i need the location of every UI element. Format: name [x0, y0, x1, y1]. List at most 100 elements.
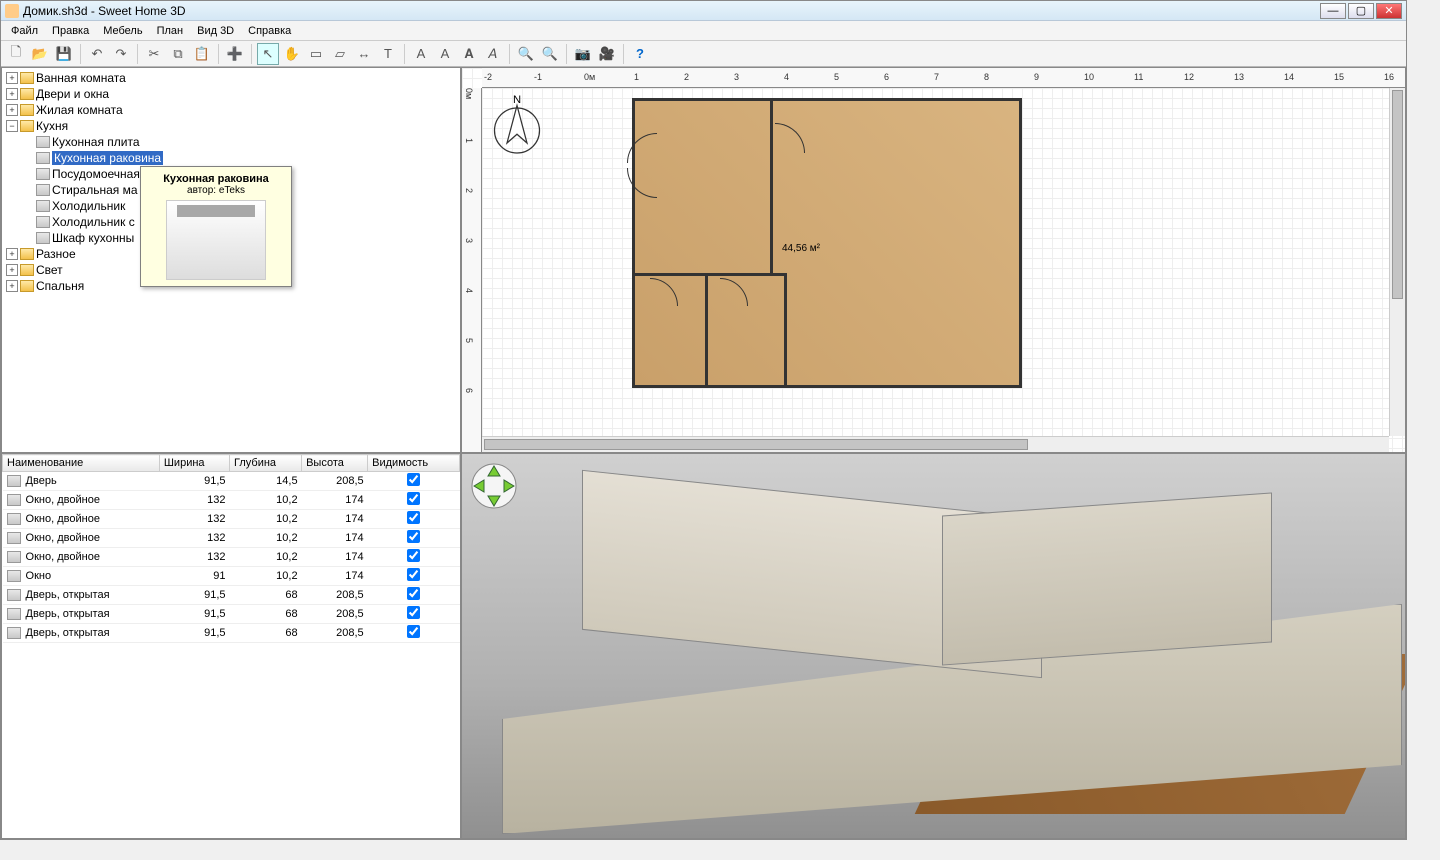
cell-depth: 10,2: [230, 567, 302, 586]
ruler-vertical: 0м123456: [462, 88, 482, 452]
visibility-checkbox[interactable]: [407, 492, 420, 505]
tree-folder[interactable]: +Жилая комната: [4, 102, 458, 118]
expand-icon[interactable]: +: [6, 248, 18, 260]
visibility-checkbox[interactable]: [407, 625, 420, 638]
tool-a1[interactable]: A: [410, 43, 432, 65]
visibility-checkbox[interactable]: [407, 606, 420, 619]
cut-button[interactable]: ✂: [143, 43, 165, 65]
folder-icon: [20, 104, 34, 116]
table-row[interactable]: Окно, двойное 132 10,2 174: [3, 529, 460, 548]
column-header[interactable]: Видимость: [368, 455, 460, 472]
cell-visibility[interactable]: [368, 529, 460, 548]
menu-furniture[interactable]: Мебель: [97, 23, 148, 39]
undo-button[interactable]: ↶: [86, 43, 108, 65]
add-furniture-button[interactable]: ➕: [224, 43, 246, 65]
column-header[interactable]: Высота: [302, 455, 368, 472]
cell-height: 208,5: [302, 586, 368, 605]
tool-a4[interactable]: 𝘈: [482, 43, 504, 65]
tool-a2[interactable]: A: [434, 43, 456, 65]
menu-3dview[interactable]: Вид 3D: [191, 23, 240, 39]
wall-tool[interactable]: ▭: [305, 43, 327, 65]
ruler-mark: 10: [1084, 72, 1094, 82]
new-button[interactable]: 🗋: [5, 43, 27, 65]
catalog-tree-pane[interactable]: +Ванная комната+Двери и окна+Жилая комна…: [1, 67, 461, 453]
item-label: Холодильник: [52, 199, 125, 213]
cell-visibility[interactable]: [368, 586, 460, 605]
furniture-icon: [7, 608, 21, 620]
column-header[interactable]: Ширина: [159, 455, 229, 472]
visibility-checkbox[interactable]: [407, 511, 420, 524]
table-row[interactable]: Дверь 91,5 14,5 208,5: [3, 472, 460, 491]
pan-tool[interactable]: ✋: [281, 43, 303, 65]
plan-canvas[interactable]: N 44,56 м²: [462, 68, 1405, 452]
cell-height: 174: [302, 491, 368, 510]
help-button[interactable]: ?: [629, 43, 651, 65]
column-header[interactable]: Наименование: [3, 455, 160, 472]
expand-icon[interactable]: +: [6, 264, 18, 276]
cell-visibility[interactable]: [368, 548, 460, 567]
cell-depth: 10,2: [230, 510, 302, 529]
table-row[interactable]: Окно, двойное 132 10,2 174: [3, 548, 460, 567]
visibility-checkbox[interactable]: [407, 530, 420, 543]
redo-button[interactable]: ↷: [110, 43, 132, 65]
select-tool[interactable]: ↖: [257, 43, 279, 65]
text-tool[interactable]: T: [377, 43, 399, 65]
column-header[interactable]: Глубина: [230, 455, 302, 472]
plan-pane[interactable]: N 44,56 м² -2-10: [461, 67, 1406, 453]
plan-scrollbar-vertical[interactable]: [1389, 88, 1405, 436]
expand-icon[interactable]: +: [6, 104, 18, 116]
open-button[interactable]: 📂: [29, 43, 51, 65]
cell-visibility[interactable]: [368, 491, 460, 510]
view3d-pane[interactable]: [461, 453, 1406, 839]
table-row[interactable]: Окно 91 10,2 174: [3, 567, 460, 586]
table-row[interactable]: Окно, двойное 132 10,2 174: [3, 491, 460, 510]
maximize-button[interactable]: ▢: [1348, 3, 1374, 19]
tree-folder[interactable]: +Двери и окна: [4, 86, 458, 102]
floor-plan-room[interactable]: [632, 98, 1022, 388]
menu-help[interactable]: Справка: [242, 23, 297, 39]
visibility-checkbox[interactable]: [407, 568, 420, 581]
table-row[interactable]: Дверь, открытая 91,5 68 208,5: [3, 605, 460, 624]
furniture-table[interactable]: НаименованиеШиринаГлубинаВысотаВидимость…: [2, 454, 460, 643]
expand-icon[interactable]: +: [6, 280, 18, 292]
save-button[interactable]: 💾: [53, 43, 75, 65]
tool-a3[interactable]: 𝐀: [458, 43, 480, 65]
tree-item[interactable]: Кухонная раковина: [4, 150, 458, 166]
cell-visibility[interactable]: [368, 624, 460, 643]
expand-icon[interactable]: +: [6, 72, 18, 84]
tree-item[interactable]: Кухонная плита: [4, 134, 458, 150]
table-row[interactable]: Дверь, открытая 91,5 68 208,5: [3, 586, 460, 605]
ruler-mark: 9: [1034, 72, 1039, 82]
cell-name: Окно, двойное: [3, 548, 160, 567]
cell-visibility[interactable]: [368, 472, 460, 491]
table-row[interactable]: Окно, двойное 132 10,2 174: [3, 510, 460, 529]
dimension-tool[interactable]: ↔: [353, 43, 375, 65]
expand-icon[interactable]: +: [6, 88, 18, 100]
cell-visibility[interactable]: [368, 605, 460, 624]
tree-folder[interactable]: +Ванная комната: [4, 70, 458, 86]
photo-button[interactable]: 📷: [572, 43, 594, 65]
table-row[interactable]: Дверь, открытая 91,5 68 208,5: [3, 624, 460, 643]
room-tool[interactable]: ▱: [329, 43, 351, 65]
video-button[interactable]: 🎥: [596, 43, 618, 65]
close-button[interactable]: ✕: [1376, 3, 1402, 19]
zoom-in-button[interactable]: 🔍: [539, 43, 561, 65]
copy-button[interactable]: ⧉: [167, 43, 189, 65]
furniture-table-pane[interactable]: НаименованиеШиринаГлубинаВысотаВидимость…: [1, 453, 461, 839]
visibility-checkbox[interactable]: [407, 587, 420, 600]
zoom-out-button[interactable]: 🔍: [515, 43, 537, 65]
plan-scrollbar-horizontal[interactable]: [482, 436, 1389, 452]
window-buttons: — ▢ ✕: [1320, 3, 1402, 19]
visibility-checkbox[interactable]: [407, 473, 420, 486]
paste-button[interactable]: 📋: [191, 43, 213, 65]
visibility-checkbox[interactable]: [407, 549, 420, 562]
menu-file[interactable]: Файл: [5, 23, 44, 39]
minimize-button[interactable]: —: [1320, 3, 1346, 19]
cell-visibility[interactable]: [368, 567, 460, 586]
cell-visibility[interactable]: [368, 510, 460, 529]
scene-3d[interactable]: [462, 454, 1405, 838]
menu-plan[interactable]: План: [151, 23, 190, 39]
collapse-icon[interactable]: −: [6, 120, 18, 132]
tree-folder[interactable]: −Кухня: [4, 118, 458, 134]
menu-edit[interactable]: Правка: [46, 23, 95, 39]
